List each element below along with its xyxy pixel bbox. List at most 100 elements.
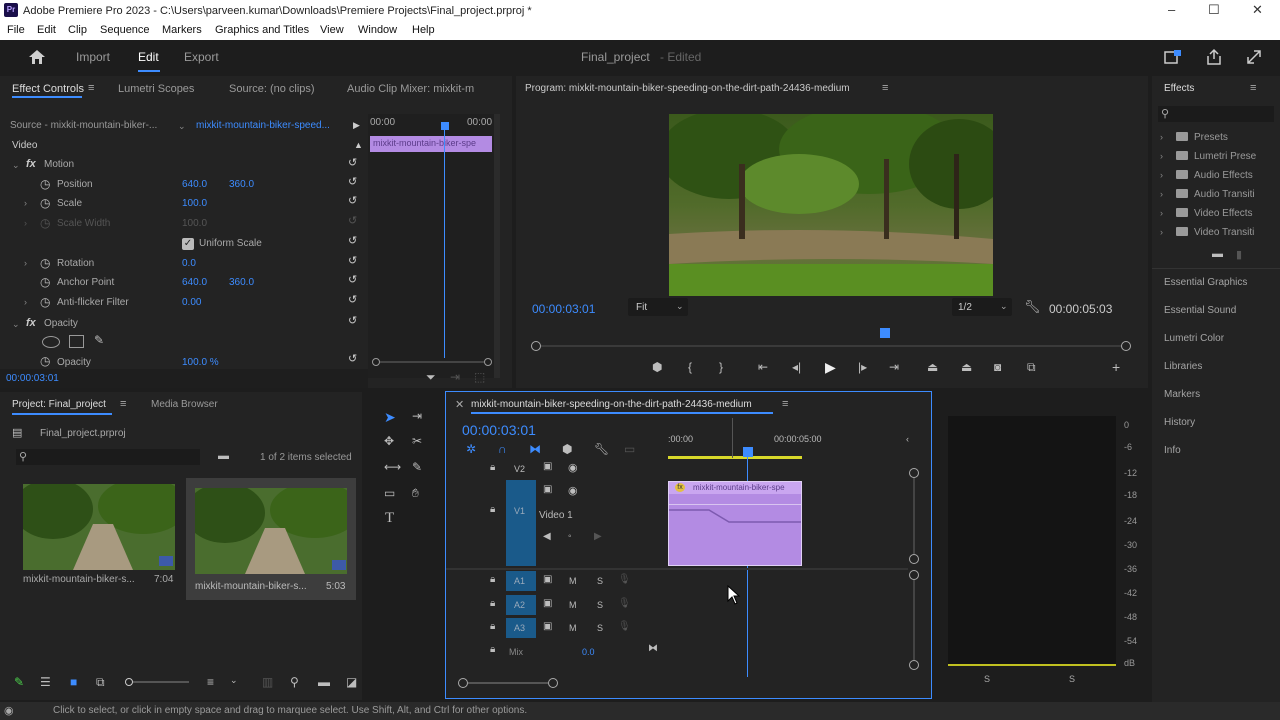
reset-icon[interactable]: ↺	[348, 194, 357, 207]
effects-item-presets[interactable]: Presets	[1176, 132, 1228, 143]
camera-icon[interactable]: ◙	[994, 360, 1001, 374]
reset-icon[interactable]: ↺	[348, 352, 357, 365]
sync-lock-icon[interactable]: ▣	[543, 484, 552, 495]
snap-icon[interactable]: ∩	[498, 442, 507, 456]
rotation-value[interactable]: 0.0	[182, 258, 196, 269]
pencil-icon[interactable]: ✎	[14, 675, 24, 689]
chevron-down-icon[interactable]: ⌄	[178, 121, 186, 132]
nest-icon[interactable]: ✲	[466, 442, 476, 456]
menu-clip[interactable]: Clip	[68, 24, 87, 36]
timeline-playhead-handle[interactable]	[743, 447, 753, 457]
reset-icon[interactable]: ↺	[348, 234, 357, 247]
program-playhead[interactable]	[880, 328, 890, 338]
tab-export[interactable]: Export	[184, 50, 219, 64]
expand-icon[interactable]: ›	[1160, 208, 1163, 218]
ec-timecode[interactable]: 00:00:03:01	[6, 373, 59, 384]
opacity-expand-icon[interactable]: ⌄	[12, 319, 20, 330]
hand-tool-icon[interactable]: ✋︎	[412, 486, 419, 501]
reset-icon[interactable]: ↺	[348, 175, 357, 188]
step-back-icon[interactable]: ◂|	[792, 360, 801, 374]
tab-source[interactable]: Source: (no clips)	[229, 83, 315, 95]
reset-icon[interactable]: ↺	[348, 293, 357, 306]
pen-tool-icon[interactable]: ✎	[412, 460, 422, 474]
stopwatch-icon[interactable]: ◷	[40, 256, 50, 270]
stopwatch-icon[interactable]: ◷	[40, 295, 50, 309]
expand-icon[interactable]: ›	[24, 258, 27, 268]
panel-essential-graphics[interactable]: Essential Graphics	[1164, 277, 1247, 288]
rectangle-mask-icon[interactable]	[69, 335, 84, 348]
add-button-icon[interactable]: +	[1112, 359, 1120, 375]
position-x-value[interactable]: 640.0	[182, 179, 207, 190]
lock-icon[interactable]: 🔒︎	[490, 504, 495, 515]
freeform-view-icon[interactable]: ⧉	[96, 675, 105, 690]
track-v2-label[interactable]: V2	[514, 464, 525, 474]
fit-dropdown[interactable]: Fit ⌄	[628, 298, 688, 316]
program-timecode[interactable]: 00:00:03:01	[532, 302, 595, 316]
ec-scrollbar[interactable]	[494, 114, 500, 378]
maximize-button[interactable]: ☐	[1208, 2, 1220, 18]
prev-keyframe-icon[interactable]: ◀	[543, 531, 551, 542]
wrench-icon[interactable]: 🔧︎	[1024, 299, 1041, 315]
mute-button[interactable]: M	[569, 576, 577, 586]
fx-badge[interactable]: fx	[26, 317, 36, 329]
project-search-input[interactable]: ⚲	[16, 449, 200, 465]
home-icon[interactable]	[28, 49, 46, 65]
effects-item-audio-transitions[interactable]: Audio Transiti	[1176, 189, 1255, 200]
project-item-selected[interactable]: mixkit-mountain-biker-s... 5:03	[186, 478, 356, 600]
panel-menu-icon[interactable]: ≡	[782, 398, 788, 410]
wrench-icon[interactable]: 🔧︎	[594, 442, 609, 456]
razor-tool-icon[interactable]: ✂	[412, 434, 422, 448]
panel-menu-icon[interactable]: ≡	[120, 398, 126, 410]
position-y-value[interactable]: 360.0	[229, 179, 254, 190]
solo-button[interactable]: S	[597, 576, 603, 586]
play-icon[interactable]: ▶	[825, 359, 836, 376]
pen-mask-icon[interactable]: ✎	[94, 333, 104, 347]
expand-icon[interactable]: ›	[1160, 170, 1163, 180]
tab-media-browser[interactable]: Media Browser	[151, 399, 218, 410]
eye-icon[interactable]: ◉	[568, 461, 578, 474]
resolution-dropdown[interactable]: 1/2 ⌄	[952, 298, 1012, 316]
opacity-rubberband[interactable]	[669, 506, 801, 530]
fullscreen-icon[interactable]	[1246, 49, 1262, 65]
lock-icon[interactable]: 🔒︎	[490, 574, 495, 585]
effects-search-input[interactable]: ⚲	[1158, 106, 1274, 122]
reset-icon[interactable]: ↺	[348, 156, 357, 169]
vertical-scrollbar[interactable]	[909, 468, 919, 670]
linked-selection-icon[interactable]: ⧓	[529, 442, 541, 456]
fx-badge[interactable]: fx	[26, 158, 36, 170]
chevron-down-icon[interactable]: ⌄	[230, 675, 238, 686]
scale-value[interactable]: 100.0	[182, 198, 207, 209]
slip-tool-icon[interactable]: ⟷	[384, 460, 401, 474]
track-v1-label[interactable]: V1	[514, 506, 525, 516]
close-tab-icon[interactable]: ✕	[455, 398, 464, 411]
stopwatch-icon[interactable]: ◷	[40, 354, 50, 368]
track-a3-label[interactable]: A3	[514, 623, 525, 633]
type-tool-icon[interactable]: T	[385, 510, 394, 527]
timeline-timecode[interactable]: 00:00:03:01	[462, 422, 536, 438]
zoom-slider[interactable]	[125, 678, 189, 686]
expand-icon[interactable]: ›	[1160, 132, 1163, 142]
effects-item-video-transitions[interactable]: Video Transiti	[1176, 227, 1254, 238]
tab-effect-controls[interactable]: Effect Controls	[12, 83, 84, 95]
source-label[interactable]: Source - mixkit-mountain-biker-...	[10, 120, 157, 131]
selection-tool-icon[interactable]: ➤	[384, 409, 396, 426]
panel-lumetri-color[interactable]: Lumetri Color	[1164, 333, 1224, 344]
expand-icon[interactable]: ›	[24, 297, 27, 307]
stopwatch-icon[interactable]: ◷	[40, 196, 50, 210]
lock-icon[interactable]: 🔒︎	[490, 621, 495, 632]
lock-icon[interactable]: 🔒︎	[490, 462, 495, 473]
icon-view-icon[interactable]: ■	[70, 675, 77, 689]
panel-essential-sound[interactable]: Essential Sound	[1164, 305, 1236, 316]
track-v1-target[interactable]	[506, 480, 536, 566]
add-marker-icon[interactable]: ⬢	[652, 360, 662, 374]
expand-icon[interactable]: ›	[1160, 189, 1163, 199]
mix-value[interactable]: 0.0	[582, 647, 595, 657]
opacity-value[interactable]: 100.0 %	[182, 357, 219, 368]
menu-view[interactable]: View	[320, 24, 344, 36]
sync-lock-icon[interactable]: ▣	[543, 598, 552, 609]
reset-icon[interactable]: ↺	[348, 314, 357, 327]
panel-info[interactable]: Info	[1164, 445, 1181, 456]
mute-button[interactable]: M	[569, 600, 577, 610]
sequence-clip-label[interactable]: mixkit-mountain-biker-speed...	[196, 120, 330, 131]
video-frame[interactable]	[669, 114, 993, 296]
